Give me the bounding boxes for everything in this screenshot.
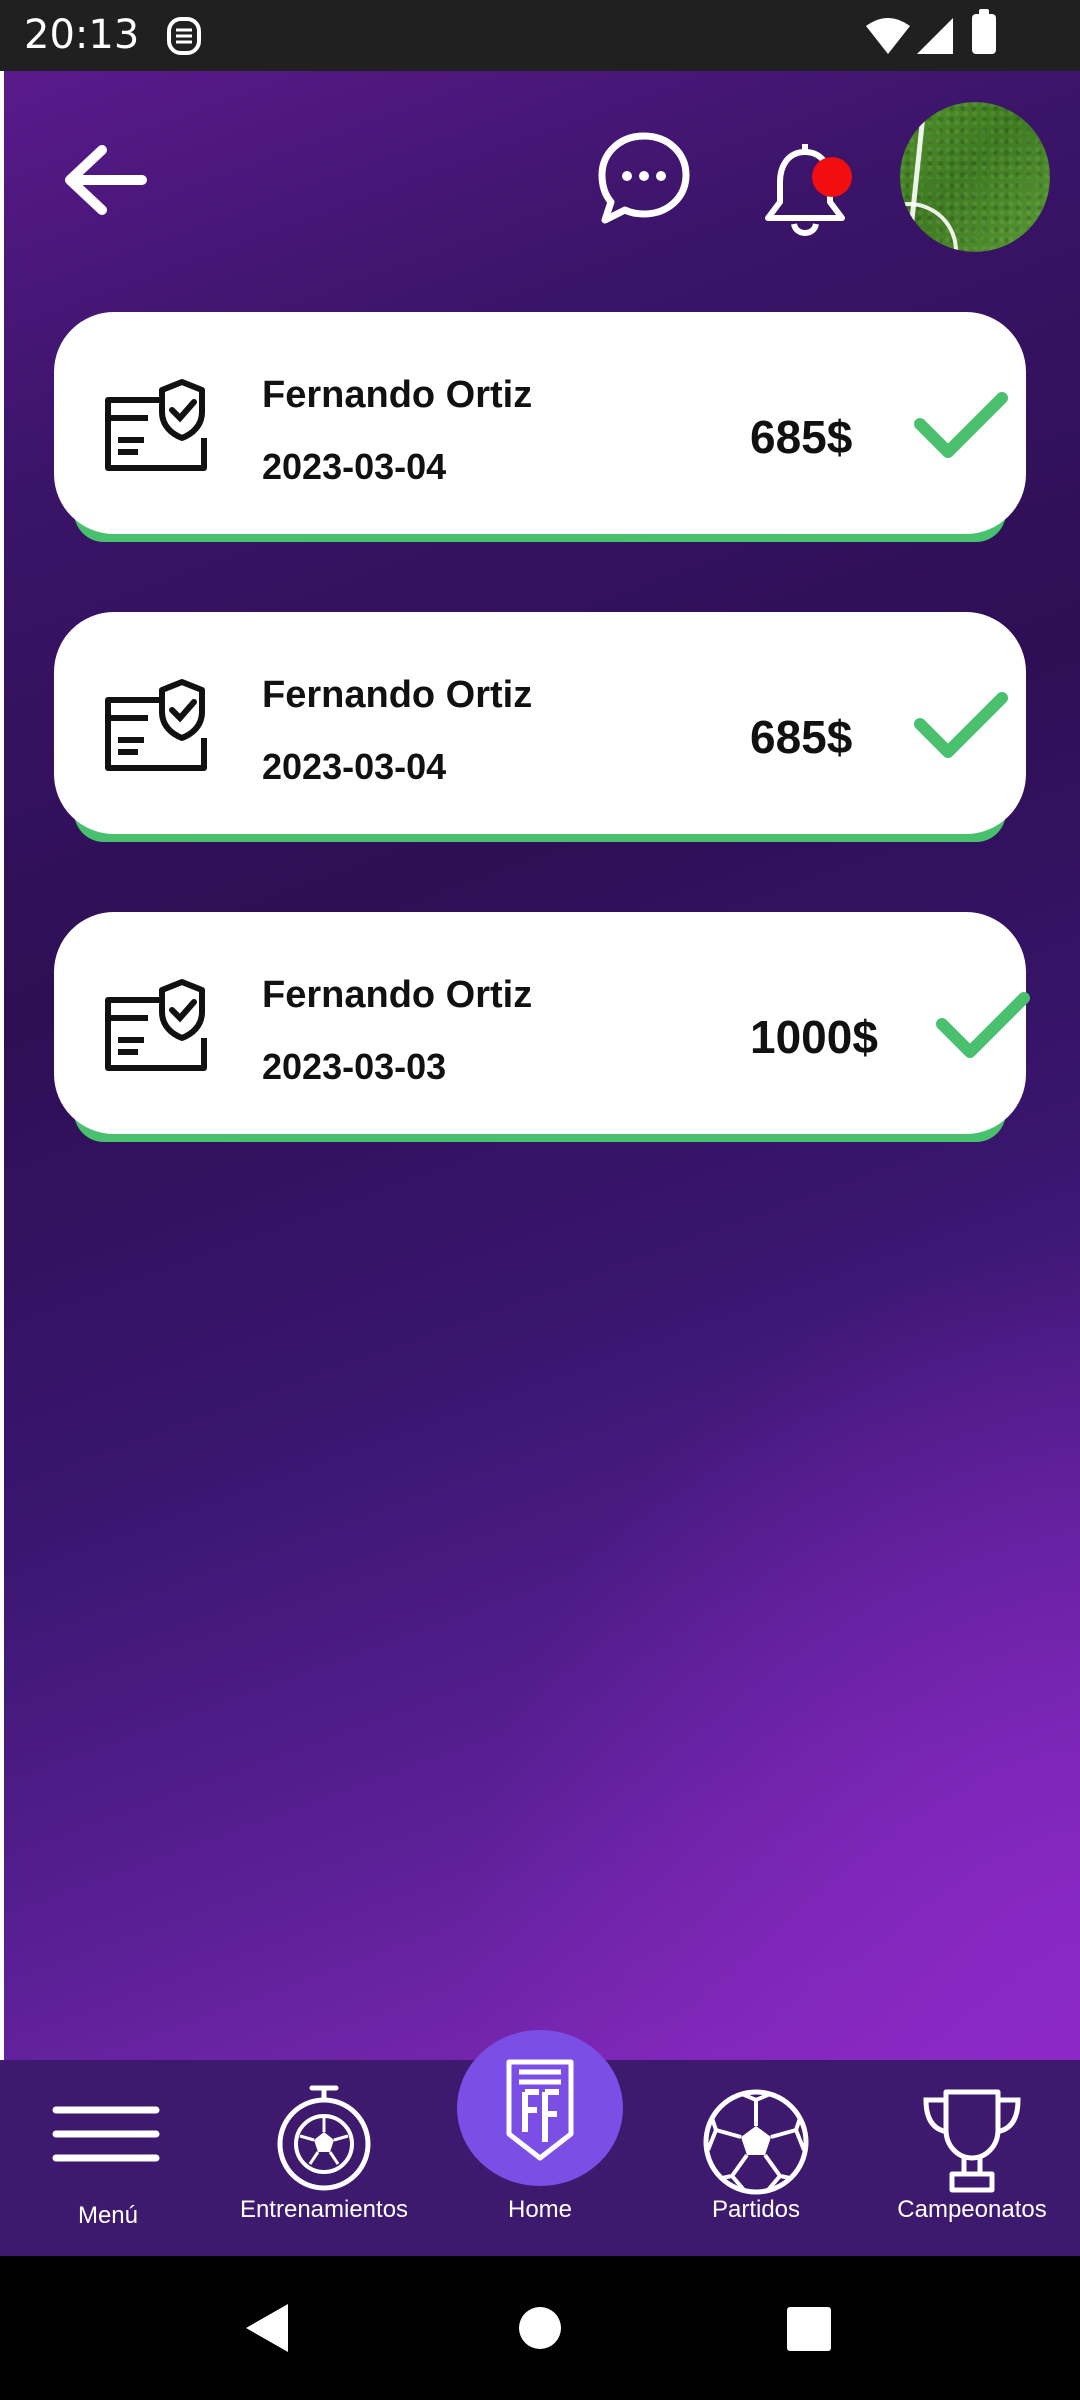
payer-name: Fernando Ortiz	[262, 974, 533, 1016]
nav-item-entrenamientos[interactable]: Entrenamientos	[216, 2060, 432, 2256]
avatar-field-arc	[900, 202, 958, 252]
trophy-icon	[923, 2089, 1021, 2193]
nav-label: Home	[507, 2196, 573, 2223]
secure-payment-icon	[105, 679, 207, 771]
card-body: Fernando Ortiz 2023-03-04 685$	[54, 612, 1026, 834]
nav-label: Campeonatos	[897, 2196, 1047, 2223]
check-icon	[914, 692, 1008, 758]
nav-label: Entrenamientos	[239, 2196, 409, 2223]
payment-card[interactable]: Fernando Ortiz 2023-03-04 685$	[54, 612, 1026, 872]
chat-bubble-icon[interactable]	[595, 130, 693, 228]
check-icon	[936, 992, 1030, 1058]
payment-date: 2023-03-03	[262, 1046, 447, 1087]
battery-icon	[972, 9, 996, 54]
system-recents-icon[interactable]	[786, 2306, 832, 2352]
secure-payment-icon	[105, 379, 207, 471]
status-time: 20:13	[24, 12, 140, 58]
home-button[interactable]	[457, 2030, 623, 2186]
soccer-ball-icon	[703, 2089, 809, 2195]
notification-badge	[812, 157, 852, 197]
system-back-icon[interactable]	[244, 2302, 290, 2354]
hamburger-menu-icon	[52, 2106, 160, 2162]
app-notification-icon	[167, 17, 201, 55]
avatar[interactable]	[900, 102, 1050, 252]
payment-date: 2023-03-04	[262, 446, 447, 487]
system-home-icon[interactable]	[518, 2306, 562, 2350]
payment-amount: 1000$	[750, 1011, 878, 1063]
payment-card[interactable]: Fernando Ortiz 2023-03-04 685$	[54, 312, 1026, 572]
payment-amount: 685$	[750, 411, 853, 463]
wifi-icon	[866, 18, 910, 54]
nav-item-menu[interactable]: Menú	[0, 2060, 216, 2256]
payment-date: 2023-03-04	[262, 746, 447, 787]
signal-icon	[917, 18, 953, 54]
status-bar: 20:13	[0, 0, 1080, 71]
nav-label: Menú	[77, 2202, 139, 2229]
back-arrow-icon[interactable]	[60, 140, 150, 220]
stopwatch-ball-icon	[277, 2085, 371, 2191]
nav-label: Partidos	[711, 2196, 801, 2223]
payer-name: Fernando Ortiz	[262, 674, 533, 716]
system-nav-bar	[0, 2256, 1080, 2400]
payment-card[interactable]: Fernando Ortiz 2023-03-03 1000$	[54, 912, 1030, 1172]
check-icon	[914, 392, 1008, 458]
payment-amount: 685$	[750, 711, 853, 763]
brand-logo-icon	[506, 2059, 574, 2161]
payer-name: Fernando Ortiz	[262, 374, 533, 416]
card-body: Fernando Ortiz 2023-03-03 1000$	[54, 912, 1030, 1134]
nav-item-partidos[interactable]: Partidos	[648, 2060, 864, 2256]
card-body: Fernando Ortiz 2023-03-04 685$	[54, 312, 1026, 534]
secure-payment-icon	[105, 979, 207, 1071]
nav-item-campeonatos[interactable]: Campeonatos	[864, 2060, 1080, 2256]
left-edge-divider	[0, 71, 4, 2060]
